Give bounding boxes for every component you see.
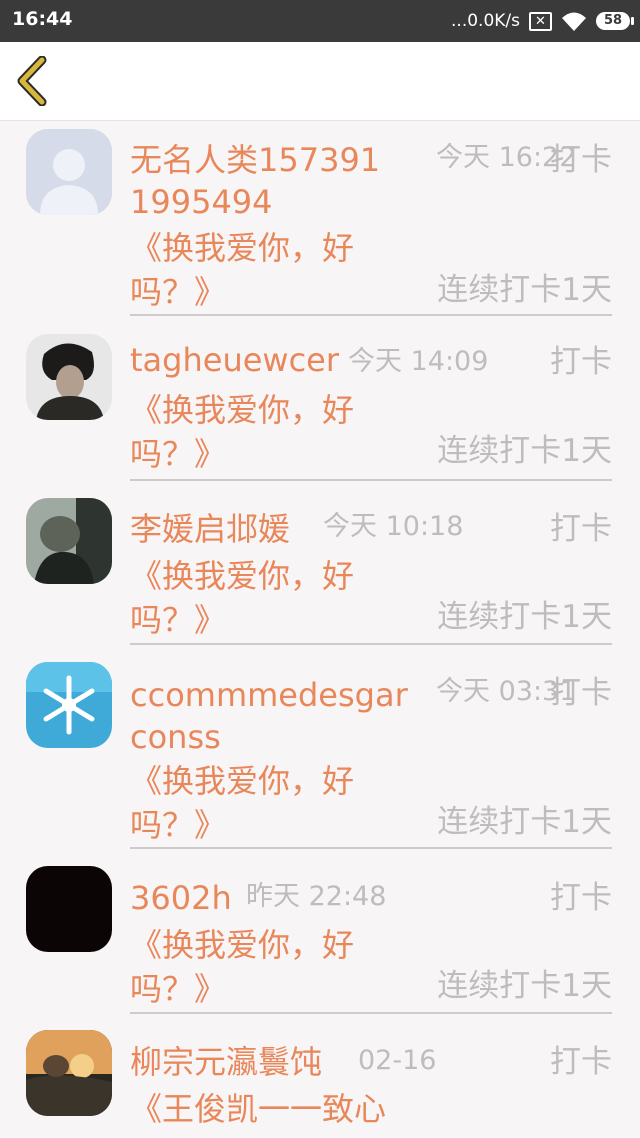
avatar[interactable]: [26, 1030, 112, 1116]
user-name[interactable]: ccommmedesgarconss: [130, 674, 410, 758]
streak-label: 连续打卡1天: [437, 599, 612, 635]
status-bar: 16:44 ...0.0K/s ✕ 58: [0, 0, 640, 42]
avatar[interactable]: [26, 662, 112, 748]
sim-off-icon: ✕: [529, 11, 552, 31]
divider: [130, 1012, 612, 1014]
divider: [130, 479, 612, 481]
book-title[interactable]: 《换我爱你，好吗？》: [130, 388, 390, 476]
checkin-time: 今天 14:09: [348, 346, 489, 377]
divider: [130, 847, 612, 849]
avatar[interactable]: [26, 129, 112, 215]
wifi-icon: [562, 12, 586, 31]
avatar[interactable]: [26, 866, 112, 952]
checkin-time: 今天 10:18: [323, 511, 464, 542]
battery-icon: 58: [596, 12, 634, 30]
streak-label: 连续打卡1天: [437, 433, 612, 469]
network-speed: ...0.0K/s: [451, 11, 520, 31]
checkin-label: 打卡: [550, 142, 612, 178]
user-name[interactable]: 3602h: [130, 877, 232, 919]
chevron-left-icon: [17, 55, 47, 107]
user-name[interactable]: 李媛启邶媛: [130, 508, 290, 550]
checkin-time: 02-16: [358, 1045, 437, 1076]
book-title[interactable]: 《王俊凯一一致心: [130, 1087, 430, 1131]
book-title[interactable]: 《换我爱你，好吗？》: [130, 554, 390, 642]
checkin-label: 打卡: [550, 511, 612, 547]
checkin-label: 打卡: [550, 1044, 612, 1080]
top-bar: [0, 42, 640, 121]
streak-label: 连续打卡1天: [437, 968, 612, 1004]
back-button[interactable]: [14, 55, 54, 107]
divider: [130, 314, 612, 316]
checkin-label: 打卡: [550, 675, 612, 711]
status-icons: ...0.0K/s ✕ 58: [451, 9, 634, 33]
avatar[interactable]: [26, 498, 112, 584]
streak-label: 连续打卡1天: [437, 804, 612, 840]
book-title[interactable]: 《换我爱你，好吗？》: [130, 759, 390, 847]
book-title[interactable]: 《换我爱你，好吗？》: [130, 923, 390, 1011]
checkin-label: 打卡: [550, 880, 612, 916]
checkin-time: 昨天 22:48: [246, 881, 387, 912]
user-name[interactable]: tagheuewcer: [130, 339, 339, 381]
user-name[interactable]: 柳宗元瀛鬟饨: [130, 1041, 322, 1083]
book-title[interactable]: 《换我爱你，好吗？》: [130, 226, 390, 314]
avatar[interactable]: [26, 334, 112, 420]
user-name[interactable]: 无名人类1573911995494: [130, 139, 400, 223]
status-time: 16:44: [12, 8, 73, 30]
checkin-label: 打卡: [550, 344, 612, 380]
divider: [130, 643, 612, 645]
streak-label: 连续打卡1天: [437, 272, 612, 308]
